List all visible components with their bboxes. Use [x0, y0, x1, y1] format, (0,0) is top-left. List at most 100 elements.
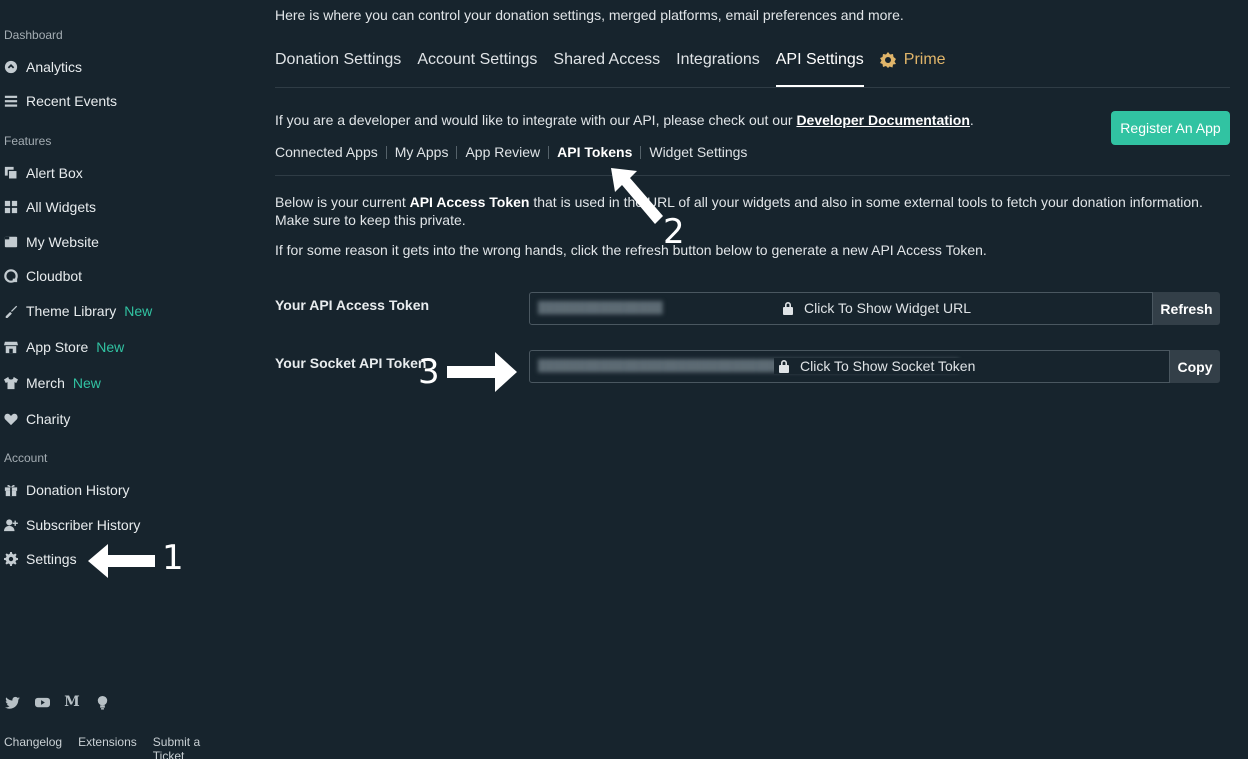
sidebar-item-label: Subscriber History — [26, 517, 141, 533]
subnav-divider — [275, 175, 1230, 176]
twitter-icon[interactable] — [4, 694, 20, 710]
token-description-bold: API Access Token — [409, 194, 530, 210]
sidebar-item-label: Charity — [26, 411, 71, 427]
token-description-pre: Below is your current — [275, 194, 410, 210]
youtube-icon[interactable] — [34, 694, 50, 710]
sidebar-item-theme-library[interactable]: Theme Library New — [4, 300, 152, 322]
sidebar-item-alert-box[interactable]: Alert Box — [4, 162, 83, 184]
social-links: M — [4, 694, 110, 710]
tabs-divider — [275, 87, 1230, 88]
show-socket-token-label: Click To Show Socket Token — [800, 358, 976, 374]
section-label-account: Account — [4, 451, 48, 465]
tab-prime-label: Prime — [903, 51, 946, 68]
tab-integrations[interactable]: Integrations — [676, 49, 760, 87]
gift-icon — [4, 483, 18, 497]
footer-link-submit-ticket[interactable]: Submit a Ticket — [153, 735, 234, 759]
settings-tabs: Donation Settings Account Settings Share… — [275, 49, 962, 87]
annotation-arrow-1 — [88, 544, 155, 578]
sidebar-item-label: Cloudbot — [26, 268, 83, 284]
grid-icon — [4, 200, 18, 214]
new-badge: New — [124, 303, 153, 319]
sidebar-item-label: Merch — [26, 375, 65, 391]
tab-api-settings[interactable]: API Settings — [775, 49, 864, 87]
new-badge: New — [72, 375, 101, 391]
show-widget-url-label: Click To Show Widget URL — [804, 300, 972, 316]
sidebar-item-label: Recent Events — [26, 93, 118, 109]
footer-link-extensions[interactable]: Extensions — [78, 735, 137, 759]
copy-button[interactable]: Copy — [1170, 350, 1220, 383]
sidebar-item-label: Donation History — [26, 482, 130, 498]
register-app-button[interactable]: Register An App — [1111, 111, 1230, 145]
hidden-token-blur: ████████████████ — [538, 302, 663, 314]
api-token-label: Your API Access Token — [275, 297, 430, 313]
subtab-my-apps[interactable]: My Apps — [395, 144, 449, 160]
medium-icon[interactable]: M — [64, 694, 80, 710]
sidebar-item-app-store[interactable]: App Store New — [4, 336, 124, 358]
sidebar-item-label: Theme Library — [26, 303, 117, 319]
sidebar-item-donation-history[interactable]: Donation History — [4, 479, 130, 501]
api-subnav: Connected Apps My Apps App Review API To… — [275, 144, 747, 160]
subtab-widget-settings[interactable]: Widget Settings — [649, 144, 747, 160]
subnav-separator — [385, 145, 387, 159]
sidebar-item-label: My Website — [26, 234, 99, 250]
new-badge: New — [96, 339, 125, 355]
add-user-icon — [4, 518, 18, 532]
theme-icon — [4, 304, 18, 318]
prime-icon — [879, 52, 896, 68]
sidebar: Dashboard Analytics Recent Events Featur… — [0, 0, 250, 759]
developer-docs-link[interactable]: Developer Documentation — [796, 112, 969, 128]
subtab-api-tokens[interactable]: API Tokens — [557, 144, 632, 160]
sidebar-item-cloudbot[interactable]: Cloudbot — [4, 265, 82, 287]
analytics-icon — [4, 60, 18, 74]
refresh-button[interactable]: Refresh — [1153, 292, 1220, 325]
socket-token-label: Your Socket API Token — [275, 355, 427, 371]
subtab-app-review[interactable]: App Review — [465, 144, 540, 160]
socket-token-field[interactable]: ████████████████████████████████████████… — [529, 350, 1170, 383]
show-socket-token: Click To Show Socket Token — [774, 358, 980, 374]
developer-info: If you are a developer and would like to… — [275, 112, 974, 128]
sidebar-item-all-widgets[interactable]: All Widgets — [4, 196, 96, 218]
sidebar-item-analytics[interactable]: Analytics — [4, 56, 82, 78]
tab-account-settings[interactable]: Account Settings — [417, 49, 537, 87]
developer-info-text: If you are a developer and would like to… — [275, 112, 797, 128]
refresh-description: If for some reason it gets into the wron… — [275, 242, 987, 258]
sidebar-item-charity[interactable]: Charity — [4, 408, 70, 430]
shirt-icon — [4, 376, 18, 390]
lightbulb-icon[interactable] — [94, 694, 110, 710]
subnav-separator — [456, 145, 458, 159]
sidebar-item-recent-events[interactable]: Recent Events — [4, 90, 117, 112]
annotation-arrow-2 — [611, 168, 663, 224]
sidebar-item-label: App Store — [26, 339, 89, 355]
tab-donation-settings[interactable]: Donation Settings — [275, 49, 401, 87]
sidebar-item-my-website[interactable]: My Website — [4, 231, 99, 253]
token-description: Below is your current API Access Token t… — [275, 193, 1220, 229]
sidebar-item-label: Settings — [26, 551, 77, 567]
lock-icon — [779, 360, 789, 373]
page-intro: Here is where you can control your donat… — [275, 7, 904, 23]
section-label-dashboard: Dashboard — [4, 28, 63, 42]
cloudbot-icon — [4, 269, 18, 283]
sidebar-item-merch[interactable]: Merch New — [4, 372, 101, 394]
api-token-field[interactable]: ████████████████ Click To Show Widget UR… — [529, 292, 1153, 325]
tab-shared-access[interactable]: Shared Access — [553, 49, 660, 87]
annotation-number-2: 2 — [663, 212, 685, 252]
annotation-number-3: 3 — [418, 352, 440, 392]
show-widget-url: Click To Show Widget URL — [782, 300, 971, 316]
sidebar-item-label: Alert Box — [26, 165, 83, 181]
annotation-arrow-3 — [447, 352, 517, 392]
tab-prime[interactable]: Prime — [879, 49, 946, 87]
sidebar-item-label: Analytics — [26, 59, 83, 75]
store-icon — [4, 340, 18, 354]
subnav-separator — [640, 145, 642, 159]
annotation-number-1: 1 — [162, 538, 184, 578]
heart-icon — [4, 412, 18, 426]
subtab-connected-apps[interactable]: Connected Apps — [275, 144, 378, 160]
sidebar-item-subscriber-history[interactable]: Subscriber History — [4, 514, 140, 536]
footer-link-changelog[interactable]: Changelog — [4, 735, 62, 759]
website-icon — [4, 235, 18, 249]
lock-icon — [783, 302, 793, 315]
developer-info-end: . — [969, 112, 974, 128]
footer-links: Changelog Extensions Submit a Ticket — [4, 735, 250, 759]
sidebar-item-settings[interactable]: Settings — [4, 548, 77, 570]
alert-box-icon — [4, 166, 18, 180]
